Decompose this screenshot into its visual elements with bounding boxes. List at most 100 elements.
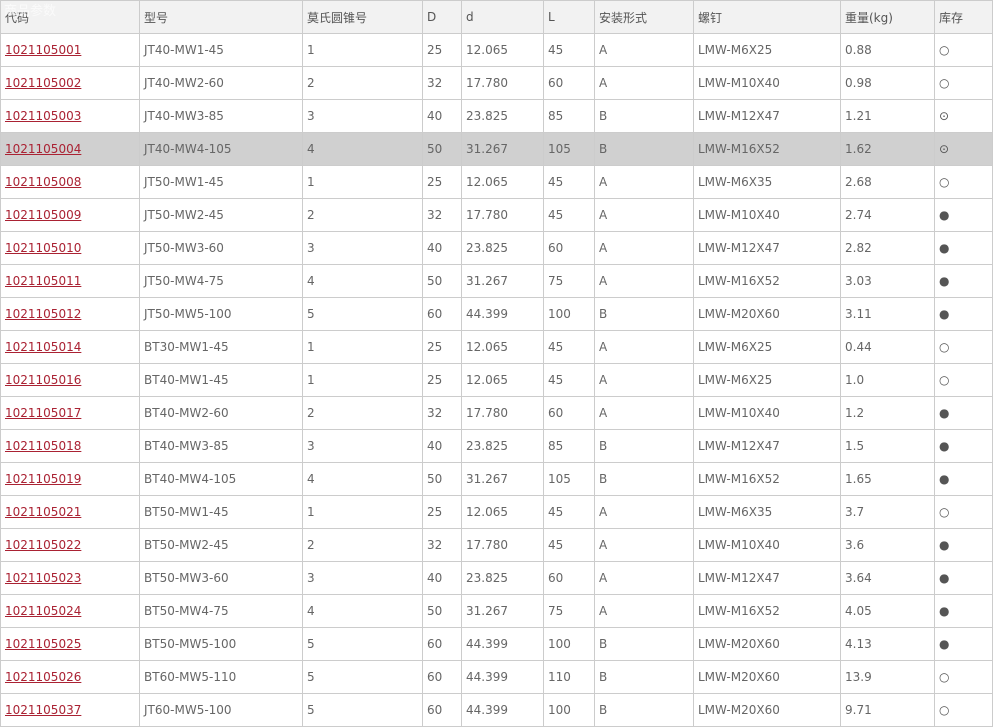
product-code-link[interactable]: 1021105008 — [5, 175, 81, 189]
morse-cell: 1 — [302, 33, 423, 67]
table-row: 1021105017 BT40-MW2-60 2 32 17.780 60 A LMW-M10… — [0, 396, 993, 430]
product-code-link[interactable]: 1021105014 — [5, 340, 81, 354]
stock-status-icon: ○ — [939, 43, 950, 57]
code-cell: 1021105021 — [0, 495, 140, 529]
product-code-link[interactable]: 1021105004 — [5, 142, 81, 156]
length-cell: 60 — [543, 396, 595, 430]
table-row: 1021105018 BT40-MW3-85 3 40 23.825 85 B LMW-M12… — [0, 429, 993, 463]
morse-cell: 5 — [302, 297, 423, 331]
outer-diameter-cell: 25 — [422, 495, 462, 529]
product-code-link[interactable]: 1021105025 — [5, 637, 81, 651]
product-code-link[interactable]: 1021105022 — [5, 538, 81, 552]
screw-cell: LMW-M20X60 — [693, 693, 841, 727]
weight-cell: 4.05 — [840, 594, 935, 628]
model-cell: BT50-MW1-45 — [139, 495, 303, 529]
code-cell: 1021105017 — [0, 396, 140, 430]
outer-diameter-cell: 50 — [422, 594, 462, 628]
stock-status-icon: ● — [939, 472, 950, 486]
code-cell: 1021105004 — [0, 132, 140, 166]
code-cell: 1021105026 — [0, 660, 140, 694]
inner-diameter-cell: 44.399 — [461, 297, 544, 331]
product-code-link[interactable]: 1021105023 — [5, 571, 81, 585]
code-cell: 1021105019 — [0, 462, 140, 496]
product-code-link[interactable]: 1021105011 — [5, 274, 81, 288]
model-cell: JT50-MW1-45 — [139, 165, 303, 199]
inner-diameter-cell: 23.825 — [461, 561, 544, 595]
outer-diameter-cell: 50 — [422, 462, 462, 496]
model-cell: BT40-MW1-45 — [139, 363, 303, 397]
weight-cell: 1.0 — [840, 363, 935, 397]
screw-cell: LMW-M10X40 — [693, 528, 841, 562]
stock-status-icon: ○ — [939, 373, 950, 387]
inner-diameter-cell: 12.065 — [461, 165, 544, 199]
product-code-link[interactable]: 1021105009 — [5, 208, 81, 222]
morse-cell: 2 — [302, 66, 423, 100]
mount-type-cell: A — [594, 363, 694, 397]
weight-cell: 2.82 — [840, 231, 935, 265]
stock-status-icon: ● — [939, 274, 950, 288]
product-code-link[interactable]: 1021105012 — [5, 307, 81, 321]
product-code-link[interactable]: 1021105037 — [5, 703, 81, 717]
product-code-link[interactable]: 1021105019 — [5, 472, 81, 486]
morse-cell: 4 — [302, 594, 423, 628]
morse-cell: 2 — [302, 198, 423, 232]
outer-diameter-cell: 50 — [422, 132, 462, 166]
table-row: 1021105004 JT40-MW4-105 4 50 31.267 105 B LMW-M… — [0, 132, 993, 166]
screw-cell: LMW-M6X35 — [693, 495, 841, 529]
outer-diameter-cell: 60 — [422, 660, 462, 694]
stock-status-icon: ● — [939, 604, 950, 618]
stock-indicator: ○ — [934, 660, 993, 694]
product-code-link[interactable]: 1021105010 — [5, 241, 81, 255]
table-row: 1021105037 JT60-MW5-100 5 60 44.399 100 B LMW-M… — [0, 693, 993, 727]
column-header-weight: 重量(kg) — [840, 0, 935, 34]
stock-status-icon: ● — [939, 241, 950, 255]
morse-cell: 1 — [302, 495, 423, 529]
table-row: 1021105016 BT40-MW1-45 1 25 12.065 45 A LMW-M6X… — [0, 363, 993, 397]
weight-cell: 3.03 — [840, 264, 935, 298]
weight-cell: 1.65 — [840, 462, 935, 496]
product-code-link[interactable]: 1021105002 — [5, 76, 81, 90]
mount-type-cell: B — [594, 99, 694, 133]
model-cell: JT50-MW3-60 — [139, 231, 303, 265]
model-cell: JT40-MW3-85 — [139, 99, 303, 133]
length-cell: 100 — [543, 297, 595, 331]
length-cell: 85 — [543, 429, 595, 463]
code-cell: 1021105022 — [0, 528, 140, 562]
table-body: 1021105001 JT40-MW1-45 1 25 12.065 45 A LMW-M6X… — [0, 33, 993, 727]
product-code-link[interactable]: 1021105021 — [5, 505, 81, 519]
stock-indicator: ● — [934, 396, 993, 430]
morse-cell: 4 — [302, 132, 423, 166]
product-code-link[interactable]: 1021105003 — [5, 109, 81, 123]
model-cell: JT40-MW2-60 — [139, 66, 303, 100]
screw-cell: LMW-M20X60 — [693, 627, 841, 661]
product-code-link[interactable]: 1021105001 — [5, 43, 81, 57]
screw-cell: LMW-M16X52 — [693, 264, 841, 298]
length-cell: 45 — [543, 528, 595, 562]
mount-type-cell: A — [594, 594, 694, 628]
product-code-link[interactable]: 1021105026 — [5, 670, 81, 684]
product-code-link[interactable]: 1021105018 — [5, 439, 81, 453]
outer-diameter-cell: 32 — [422, 198, 462, 232]
code-cell: 1021105010 — [0, 231, 140, 265]
code-cell: 1021105009 — [0, 198, 140, 232]
stock-indicator: ● — [934, 429, 993, 463]
product-code-link[interactable]: 1021105024 — [5, 604, 81, 618]
stock-indicator: ○ — [934, 165, 993, 199]
length-cell: 45 — [543, 198, 595, 232]
mount-type-cell: A — [594, 330, 694, 364]
product-code-link[interactable]: 1021105017 — [5, 406, 81, 420]
screw-cell: LMW-M6X25 — [693, 33, 841, 67]
length-cell: 105 — [543, 132, 595, 166]
stock-indicator: ⊙ — [934, 132, 993, 166]
product-code-link[interactable]: 1021105016 — [5, 373, 81, 387]
stock-status-icon: ● — [939, 307, 950, 321]
inner-diameter-cell: 17.780 — [461, 66, 544, 100]
outer-diameter-cell: 40 — [422, 99, 462, 133]
length-cell: 100 — [543, 693, 595, 727]
model-cell: JT50-MW4-75 — [139, 264, 303, 298]
model-cell: BT50-MW5-100 — [139, 627, 303, 661]
model-cell: JT50-MW2-45 — [139, 198, 303, 232]
length-cell: 45 — [543, 495, 595, 529]
mount-type-cell: B — [594, 693, 694, 727]
stock-status-icon: ○ — [939, 505, 950, 519]
